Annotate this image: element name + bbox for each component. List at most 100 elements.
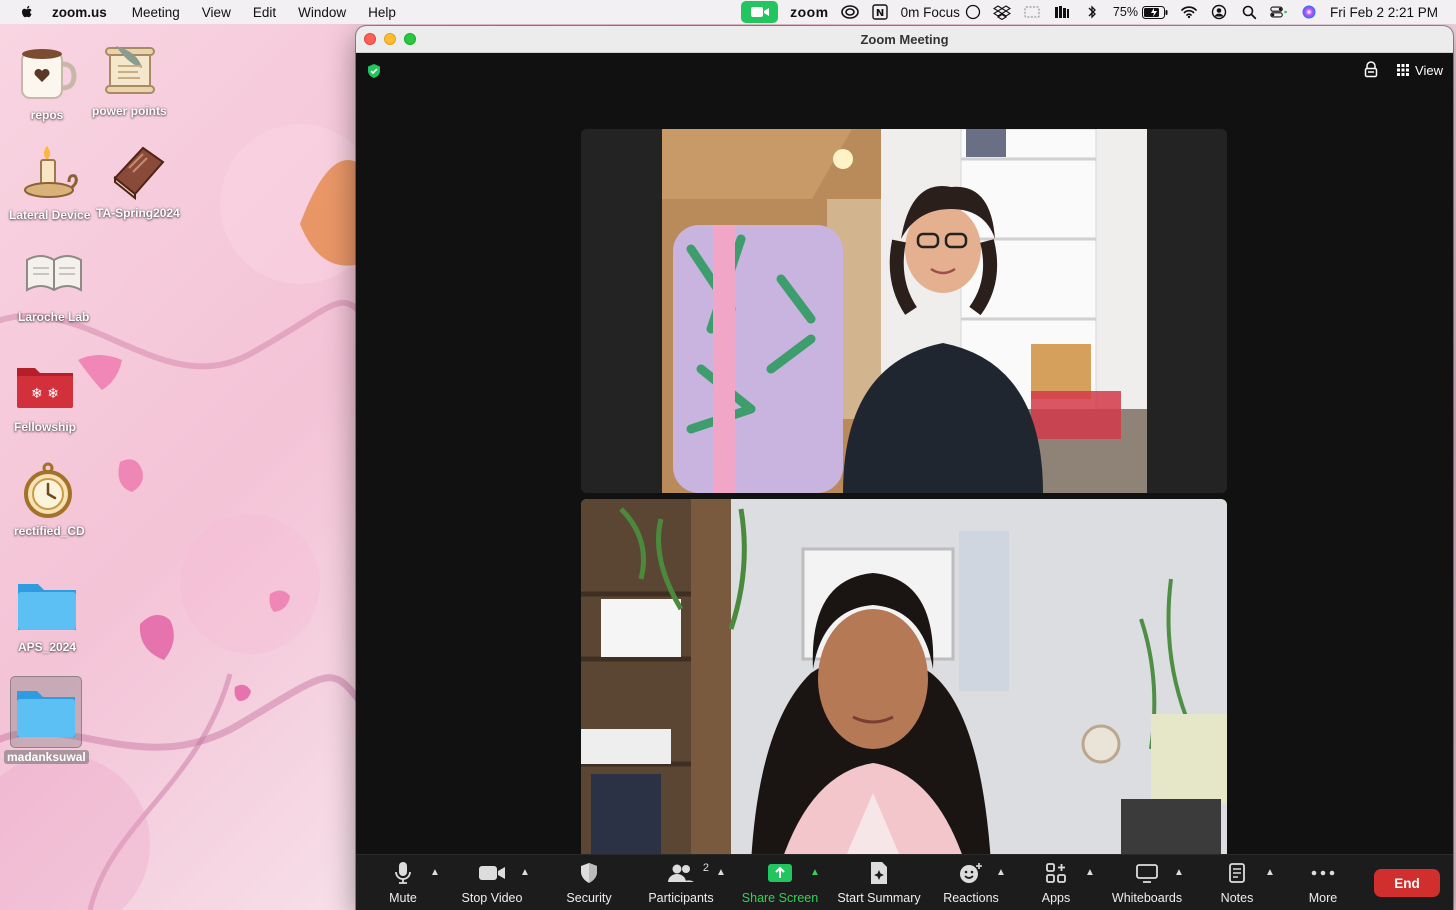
user-account-icon[interactable] — [1210, 4, 1228, 20]
menu-bar-status-area: zoom N 0m Focus 75% Fri Feb 2 2:21 PM — [729, 0, 1438, 24]
apps-label: Apps — [1041, 891, 1071, 905]
menu-window[interactable]: Window — [298, 5, 346, 20]
desktop-icon-fellowship[interactable]: ❄ ❄ Fellowship — [12, 352, 78, 434]
zoom-meeting-window: Zoom Meeting View Mute ▲ Stop Video ▲ Se… — [356, 26, 1453, 910]
notes-button[interactable]: Notes — [1218, 855, 1256, 910]
participants-label: Participants — [648, 891, 714, 905]
zoom-brand-text[interactable]: zoom — [790, 4, 829, 20]
view-button-label: View — [1415, 62, 1443, 78]
encryption-shield-icon[interactable] — [366, 63, 382, 79]
participants-options-caret-icon[interactable]: ▲ — [716, 867, 726, 878]
zoom-video-status-icon[interactable] — [741, 1, 779, 23]
notion-icon[interactable]: N — [871, 4, 889, 20]
library-icon[interactable] — [1053, 4, 1071, 20]
menu-meeting[interactable]: Meeting — [132, 5, 180, 20]
desktop-icon-label: APS_2024 — [17, 640, 77, 654]
creative-cloud-icon[interactable] — [840, 4, 859, 20]
desktop-icon-lateral-device[interactable]: Lateral Device — [9, 140, 90, 222]
participants-count: 2 — [702, 862, 709, 874]
scroll-quill-icon — [96, 36, 162, 102]
wifi-icon[interactable] — [1180, 4, 1198, 20]
participant-video-tile[interactable] — [581, 129, 1227, 493]
menu-app-name[interactable]: zoom.us — [52, 5, 107, 20]
desktop-icon-rectified-cd[interactable]: rectified_CD — [14, 456, 85, 538]
mute-label: Mute — [389, 891, 417, 905]
dropbox-icon[interactable] — [992, 4, 1011, 20]
desktop-icon-repos[interactable]: repos — [14, 40, 80, 122]
window-title: Zoom Meeting — [860, 31, 949, 47]
apple-icon[interactable] — [19, 4, 35, 20]
grid-icon — [1397, 64, 1410, 76]
participants-icon — [668, 864, 694, 882]
notes-label: Notes — [1220, 891, 1254, 905]
menu-help[interactable]: Help — [368, 5, 396, 20]
security-button[interactable]: Security — [560, 855, 618, 910]
close-window-button[interactable] — [364, 33, 376, 45]
whiteboard-icon — [1136, 864, 1158, 883]
desktop-icon-label: Laroche Lab — [18, 310, 90, 324]
desktop-icon-label: Fellowship — [13, 420, 76, 434]
bluetooth-icon[interactable] — [1083, 4, 1101, 20]
desktop-icon-laroche-lab[interactable]: Laroche Lab — [18, 242, 89, 324]
focus-timer[interactable]: 0m Focus — [901, 4, 981, 20]
blue-folder-icon — [10, 676, 83, 748]
video-options-caret-icon[interactable]: ▲ — [520, 867, 530, 878]
mute-button[interactable]: Mute — [383, 855, 423, 910]
end-meeting-button[interactable]: End — [1374, 869, 1440, 897]
minimize-window-button[interactable] — [384, 33, 396, 45]
desktop-icon-power-points[interactable]: power points — [92, 36, 167, 118]
desktop-icon-label: repos — [30, 108, 64, 122]
notes-options-caret-icon[interactable]: ▲ — [1265, 867, 1275, 878]
start-summary-label: Start Summary — [837, 891, 921, 905]
open-book-icon — [21, 242, 87, 308]
reactions-button[interactable]: Reactions — [942, 855, 1000, 910]
participant-video-feed — [581, 129, 1227, 493]
share-screen-button[interactable]: Share Screen — [741, 855, 819, 910]
mute-options-caret-icon[interactable]: ▲ — [430, 867, 440, 878]
reactions-options-caret-icon[interactable]: ▲ — [996, 867, 1006, 878]
control-center-icon[interactable] — [1270, 4, 1288, 20]
battery-percent: 75% — [1112, 5, 1138, 19]
maximize-window-button[interactable] — [404, 33, 416, 45]
participant-video-tile[interactable] — [581, 499, 1227, 863]
menu-clock[interactable]: Fri Feb 2 2:21 PM — [1330, 5, 1438, 20]
focus-circle-icon — [965, 4, 981, 20]
whiteboards-label: Whiteboards — [1111, 891, 1183, 905]
reactions-emoji-icon — [960, 863, 982, 883]
whiteboards-options-caret-icon[interactable]: ▲ — [1174, 867, 1184, 878]
apps-icon — [1046, 863, 1066, 883]
battery-indicator[interactable]: 75% — [1113, 5, 1168, 19]
whiteboards-button[interactable]: Whiteboards — [1111, 855, 1183, 910]
window-manager-icon[interactable] — [1023, 4, 1041, 20]
stop-video-button[interactable]: Stop Video — [458, 855, 526, 910]
share-options-caret-icon[interactable]: ▲ — [810, 867, 820, 878]
book-icon — [105, 138, 171, 204]
desktop-icon-label: power points — [92, 104, 167, 118]
spotlight-search-icon[interactable] — [1240, 4, 1258, 20]
stop-video-label: Stop Video — [461, 891, 523, 905]
menu-view[interactable]: View — [202, 5, 231, 20]
meeting-toolbar: Mute ▲ Stop Video ▲ Security 2 Participa… — [356, 854, 1453, 910]
apps-options-caret-icon[interactable]: ▲ — [1085, 867, 1095, 878]
menu-edit[interactable]: Edit — [253, 5, 276, 20]
svg-text:❄ ❄: ❄ ❄ — [31, 386, 59, 402]
view-button[interactable]: View — [1397, 63, 1443, 78]
battery-icon — [1141, 5, 1168, 19]
participants-button[interactable]: 2 Participants — [646, 855, 716, 910]
start-summary-button[interactable]: Start Summary — [836, 855, 922, 910]
more-button[interactable]: More — [1304, 855, 1342, 910]
desktop-icon-aps-2024[interactable]: APS_2024 — [14, 572, 80, 654]
participant-video-feed — [581, 499, 1227, 863]
desktop-icon-madanksuwal[interactable]: madanksuwal — [4, 676, 89, 764]
desktop-icon-ta-spring2024[interactable]: TA-Spring2024 — [96, 138, 180, 220]
video-stage: View — [356, 53, 1453, 863]
siri-icon[interactable] — [1300, 4, 1318, 20]
desktop-icon-label: madanksuwal — [4, 750, 89, 764]
red-folder-icon: ❄ ❄ — [12, 352, 78, 418]
blue-folder-icon — [14, 572, 80, 638]
window-titlebar[interactable]: Zoom Meeting — [356, 26, 1453, 53]
desktop-icon-label: TA-Spring2024 — [96, 206, 180, 220]
apps-button[interactable]: Apps — [1036, 855, 1076, 910]
immersive-view-icon[interactable] — [1363, 61, 1379, 79]
share-screen-icon — [768, 864, 792, 882]
